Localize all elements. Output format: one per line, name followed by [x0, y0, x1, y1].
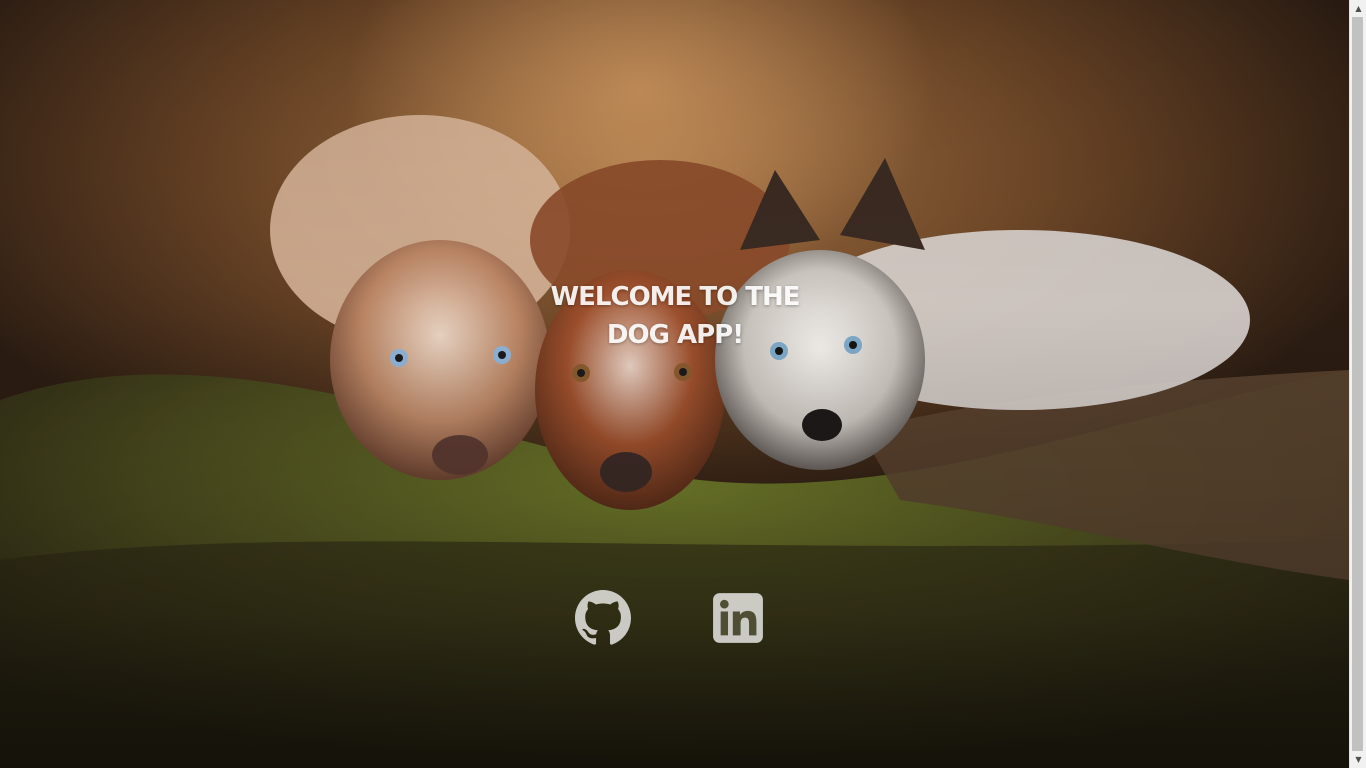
welcome-heading: WELCOME TO THE DOG APP!	[550, 282, 800, 350]
vertical-scrollbar[interactable]: ▲ ▼	[1349, 0, 1366, 768]
landing-page: WELCOME TO THE DOG APP!	[0, 0, 1349, 768]
scrollbar-thumb[interactable]	[1352, 17, 1363, 751]
scroll-down-arrow-icon[interactable]: ▼	[1350, 751, 1366, 768]
hero-overlay	[0, 0, 1349, 768]
scroll-up-arrow-icon[interactable]: ▲	[1350, 0, 1366, 17]
linkedin-icon	[713, 593, 763, 643]
github-link[interactable]	[575, 590, 631, 646]
linkedin-link[interactable]	[712, 592, 764, 644]
github-icon	[575, 590, 631, 645]
